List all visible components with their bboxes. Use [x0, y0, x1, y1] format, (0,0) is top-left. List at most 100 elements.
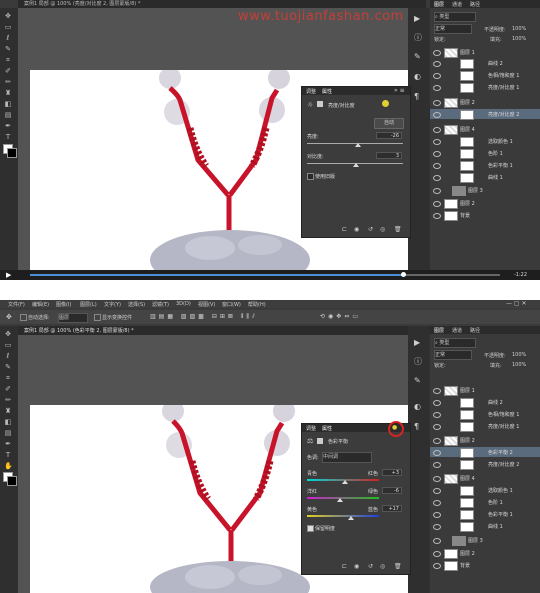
reset-icon[interactable]: ↺	[368, 226, 373, 233]
bottom-layer-row[interactable]: 曲线 2	[430, 397, 540, 408]
history-panel-icon[interactable]: ▶	[414, 14, 420, 23]
yellow-blue-thumb[interactable]	[348, 516, 354, 520]
pen-tool-icon[interactable]: ✒	[4, 440, 12, 448]
visibility-eye-icon[interactable]	[433, 112, 441, 118]
brush-panel-icon[interactable]: ✎	[414, 52, 421, 61]
reset-icon[interactable]: ↺	[368, 563, 373, 570]
tone-dropdown[interactable]: 中间调	[322, 452, 372, 463]
bottom-props-collapse-icon[interactable]: ●	[392, 424, 397, 431]
adjust-panel-icon[interactable]: ◐	[414, 402, 421, 411]
background-color-swatch[interactable]	[7, 148, 17, 158]
quick-select-tool-icon[interactable]: ✎	[4, 363, 12, 371]
bottom-layer-row[interactable]: 图层 2	[430, 548, 540, 559]
visibility-eye-icon[interactable]	[433, 412, 441, 418]
cyan-red-thumb[interactable]	[342, 480, 348, 484]
crop-tool-icon[interactable]: ⌗	[4, 374, 12, 382]
history-panel-icon[interactable]: ▶	[414, 338, 420, 347]
auto-button[interactable]: 自动	[374, 118, 404, 129]
bottom-layer-row[interactable]: 亮度/对比度 1	[430, 421, 540, 432]
top-layer-row[interactable]: 色阶 1	[430, 148, 540, 159]
top-layer-row[interactable]: 曲线 2	[430, 58, 540, 69]
visibility-eye-icon[interactable]	[433, 524, 441, 530]
top-layer-row[interactable]: 图层 2	[430, 198, 540, 209]
bottom-layer-row[interactable]: 图层 3	[430, 535, 540, 546]
visibility-eye-icon[interactable]	[433, 388, 441, 394]
contrast-slider-thumb[interactable]	[353, 163, 359, 167]
bottom-opacity-value[interactable]: 100%	[512, 352, 526, 358]
bottom-layer-row[interactable]: 图层 2	[430, 435, 540, 446]
visibility-eye-icon[interactable]	[433, 50, 441, 56]
visibility-eye-icon[interactable]	[433, 188, 441, 194]
top-layer-row[interactable]: 图层 3	[430, 185, 540, 196]
top-layer-row[interactable]: 色彩平衡 1	[430, 160, 540, 171]
visibility-eye-icon[interactable]	[433, 563, 441, 569]
contrast-value[interactable]: 3	[376, 152, 402, 159]
auto-select-dropdown[interactable]: 图层	[58, 313, 88, 323]
bottom-layer-row[interactable]: 色阶 1	[430, 497, 540, 508]
bottom-document-tab[interactable]: 案例1 局部 @ 100% (色彩平衡 2, 图层蒙版/8) *	[24, 327, 134, 334]
bottom-layer-row[interactable]: 色彩平衡 1	[430, 509, 540, 520]
visibility-eye-icon[interactable]	[433, 85, 441, 91]
brightness-slider-thumb[interactable]	[355, 143, 361, 147]
brush-panel-icon[interactable]: ✎	[414, 376, 421, 385]
bottom-layer-row[interactable]: 选取颜色 1	[430, 485, 540, 496]
yellow-blue-value[interactable]: +17	[382, 505, 402, 512]
video-progress-thumb[interactable]	[401, 272, 406, 277]
preserve-luminosity-checkbox[interactable]	[307, 525, 314, 532]
visibility-eye-icon[interactable]	[433, 538, 441, 544]
3d-mode-icons[interactable]: ⟲◉✥⇔▭	[320, 313, 361, 320]
bottom-layer-row[interactable]: 图层 4	[430, 473, 540, 484]
legacy-checkbox[interactable]	[307, 173, 314, 180]
menu-edit[interactable]: 编辑(E)	[32, 301, 49, 308]
visibility-eye-icon[interactable]	[433, 175, 441, 181]
transform-controls-checkbox[interactable]	[94, 314, 101, 321]
bottom-layer-row-selected[interactable]: 色彩平衡 2	[430, 447, 540, 458]
menu-help[interactable]: 帮助(H)	[248, 301, 266, 308]
bottom-layer-filter[interactable]: ⌕ 类型	[434, 338, 476, 348]
top-document-tab[interactable]: 案例1 局部 @ 100% (亮度/对比度 2, 图层蒙版/8) *	[24, 0, 140, 7]
visibility-eye-icon[interactable]	[433, 73, 441, 79]
bottom-layer-row[interactable]: 背景	[430, 560, 540, 571]
top-tab-channels[interactable]: 通道	[452, 1, 462, 8]
move-options-icon[interactable]: ✥	[6, 313, 12, 321]
menu-3d[interactable]: 3D(D)	[176, 301, 191, 307]
type-tool-icon[interactable]: T	[4, 133, 12, 141]
magenta-green-thumb[interactable]	[337, 498, 343, 502]
bottom-layer-row[interactable]: 亮度/对比度 2	[430, 459, 540, 470]
top-layer-row[interactable]: 图层 2	[430, 97, 540, 108]
visibility-eye-icon[interactable]	[433, 151, 441, 157]
top-fill-value[interactable]: 100%	[512, 36, 526, 42]
marquee-tool-icon[interactable]: ▭	[4, 341, 12, 349]
view-previous-icon[interactable]: ◉	[354, 563, 359, 570]
top-opacity-value[interactable]: 100%	[512, 26, 526, 32]
pen-tool-icon[interactable]: ✒	[4, 122, 12, 130]
top-tab-layers[interactable]: 图层	[434, 1, 444, 8]
visibility-eye-icon[interactable]	[433, 551, 441, 557]
visibility-eye-icon[interactable]	[433, 163, 441, 169]
menu-type[interactable]: 文字(Y)	[104, 301, 121, 308]
bottom-layer-row[interactable]: 色相/饱和度 1	[430, 409, 540, 420]
eraser-tool-icon[interactable]: ◧	[4, 100, 12, 108]
eyedropper-tool-icon[interactable]: ✐	[4, 67, 12, 75]
top-tab-paths[interactable]: 路径	[470, 1, 480, 8]
stamp-tool-icon[interactable]: ♜	[4, 407, 12, 415]
gradient-tool-icon[interactable]: ▤	[4, 111, 12, 119]
info-panel-icon[interactable]: ⓘ	[414, 356, 422, 367]
visibility-eye-icon[interactable]	[433, 100, 441, 106]
top-props-collapse-icon[interactable]: » ≡	[394, 87, 405, 94]
move-tool-icon[interactable]: ✥	[4, 330, 12, 338]
bottom-layer-row[interactable]: 图层 1	[430, 385, 540, 396]
visibility-eye-icon[interactable]	[433, 450, 441, 456]
visibility-eye-icon[interactable]	[433, 400, 441, 406]
visibility-eye-icon[interactable]	[433, 488, 441, 494]
play-icon[interactable]: ▶	[6, 271, 11, 279]
bottom-tab-channels[interactable]: 通道	[452, 327, 462, 334]
top-props-tab-adjust[interactable]: 调整	[306, 88, 316, 95]
bottom-fill-value[interactable]: 100%	[512, 362, 526, 368]
top-layer-filter[interactable]: ⌕ 类型	[434, 12, 476, 22]
info-panel-icon[interactable]: ⓘ	[414, 32, 422, 43]
yellow-blue-slider[interactable]	[307, 515, 379, 517]
brush-tool-icon[interactable]: ✏	[4, 396, 12, 404]
top-layer-row[interactable]: 选取颜色 1	[430, 136, 540, 147]
bottom-blend-mode[interactable]: 正常	[434, 350, 472, 360]
